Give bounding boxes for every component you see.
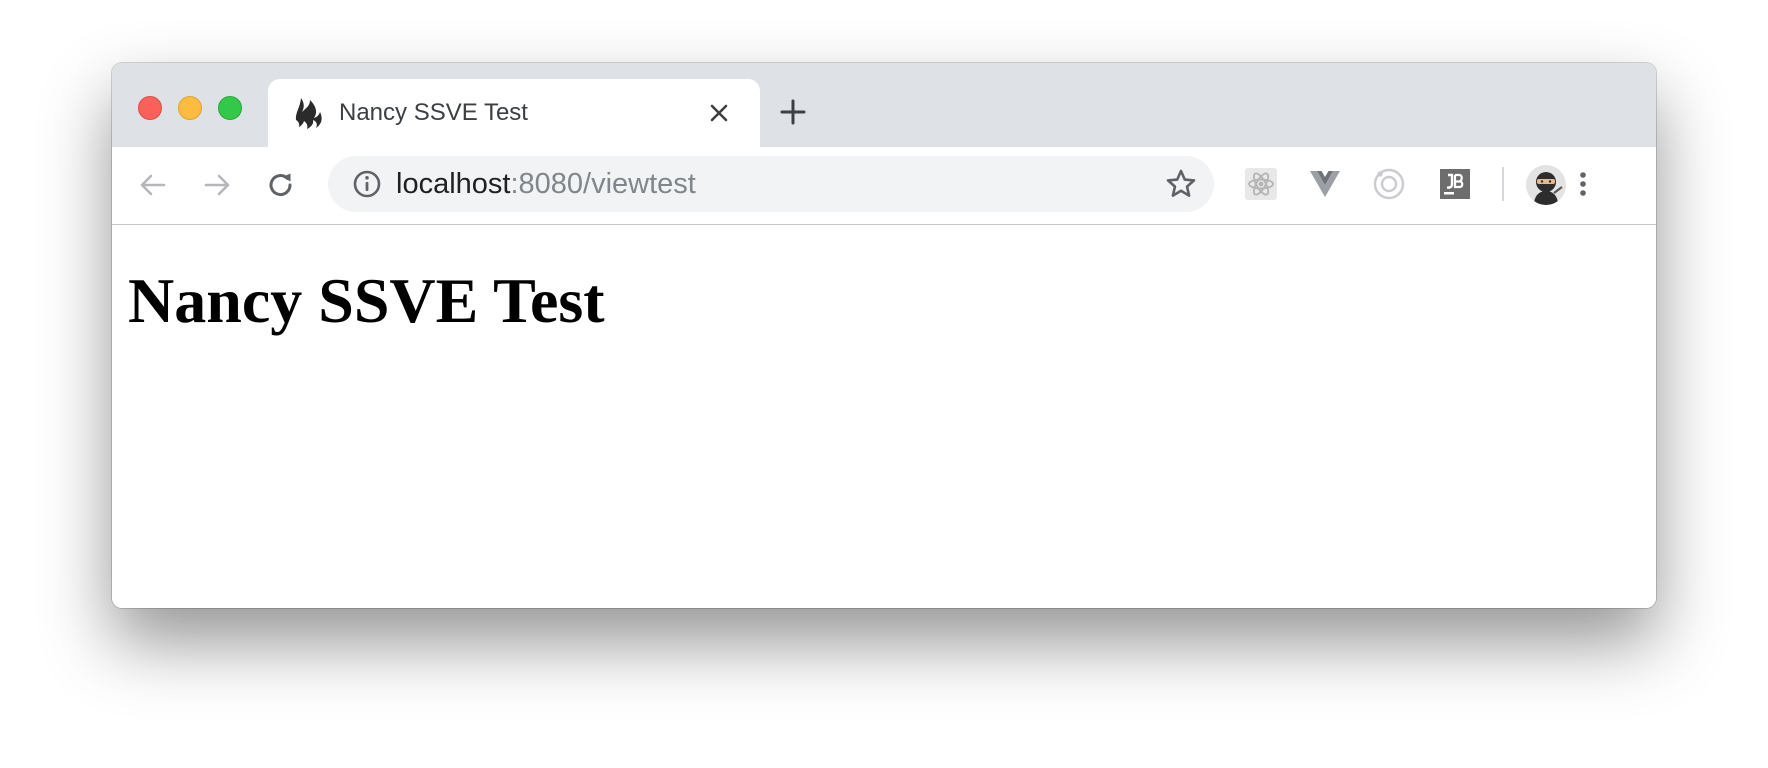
tab-active[interactable]: Nancy SSVE Test — [268, 79, 760, 147]
url-host: localhost — [396, 168, 511, 200]
window-maximize-button[interactable] — [218, 96, 242, 120]
star-icon[interactable] — [1164, 167, 1198, 201]
tab-strip: Nancy SSVE Test — [112, 63, 1656, 147]
window-close-button[interactable] — [138, 96, 162, 120]
circle-extension-icon[interactable] — [1372, 167, 1406, 201]
tab-title: Nancy SSVE Test — [339, 99, 528, 126]
forward-arrow-icon[interactable] — [200, 168, 234, 202]
jetbrains-extension-icon[interactable] — [1438, 167, 1472, 201]
react-extension-icon[interactable] — [1244, 167, 1278, 201]
url-text[interactable]: localhost:8080/viewtest — [396, 168, 696, 200]
info-icon[interactable] — [350, 167, 384, 201]
page-content: Nancy SSVE Test — [112, 225, 1656, 608]
window-minimize-button[interactable] — [178, 96, 202, 120]
browser-window: Nancy SSVE Test localhost:8080/viewtest … — [112, 63, 1656, 608]
url-path: :8080/viewtest — [510, 168, 696, 200]
browser-toolbar: localhost:8080/viewtest — [112, 147, 1656, 225]
menu-dots-icon[interactable] — [1566, 167, 1600, 201]
back-arrow-icon[interactable] — [136, 168, 170, 202]
avatar[interactable] — [1526, 165, 1566, 205]
flame-icon — [294, 96, 324, 130]
new-tab-button[interactable] — [778, 97, 808, 127]
page-heading: Nancy SSVE Test — [128, 265, 605, 336]
address-bar[interactable]: localhost:8080/viewtest — [328, 156, 1214, 212]
toolbar-divider — [1502, 167, 1504, 201]
reload-icon[interactable] — [264, 168, 298, 202]
vue-extension-icon[interactable] — [1308, 167, 1342, 201]
tab-close-icon[interactable] — [705, 99, 733, 127]
